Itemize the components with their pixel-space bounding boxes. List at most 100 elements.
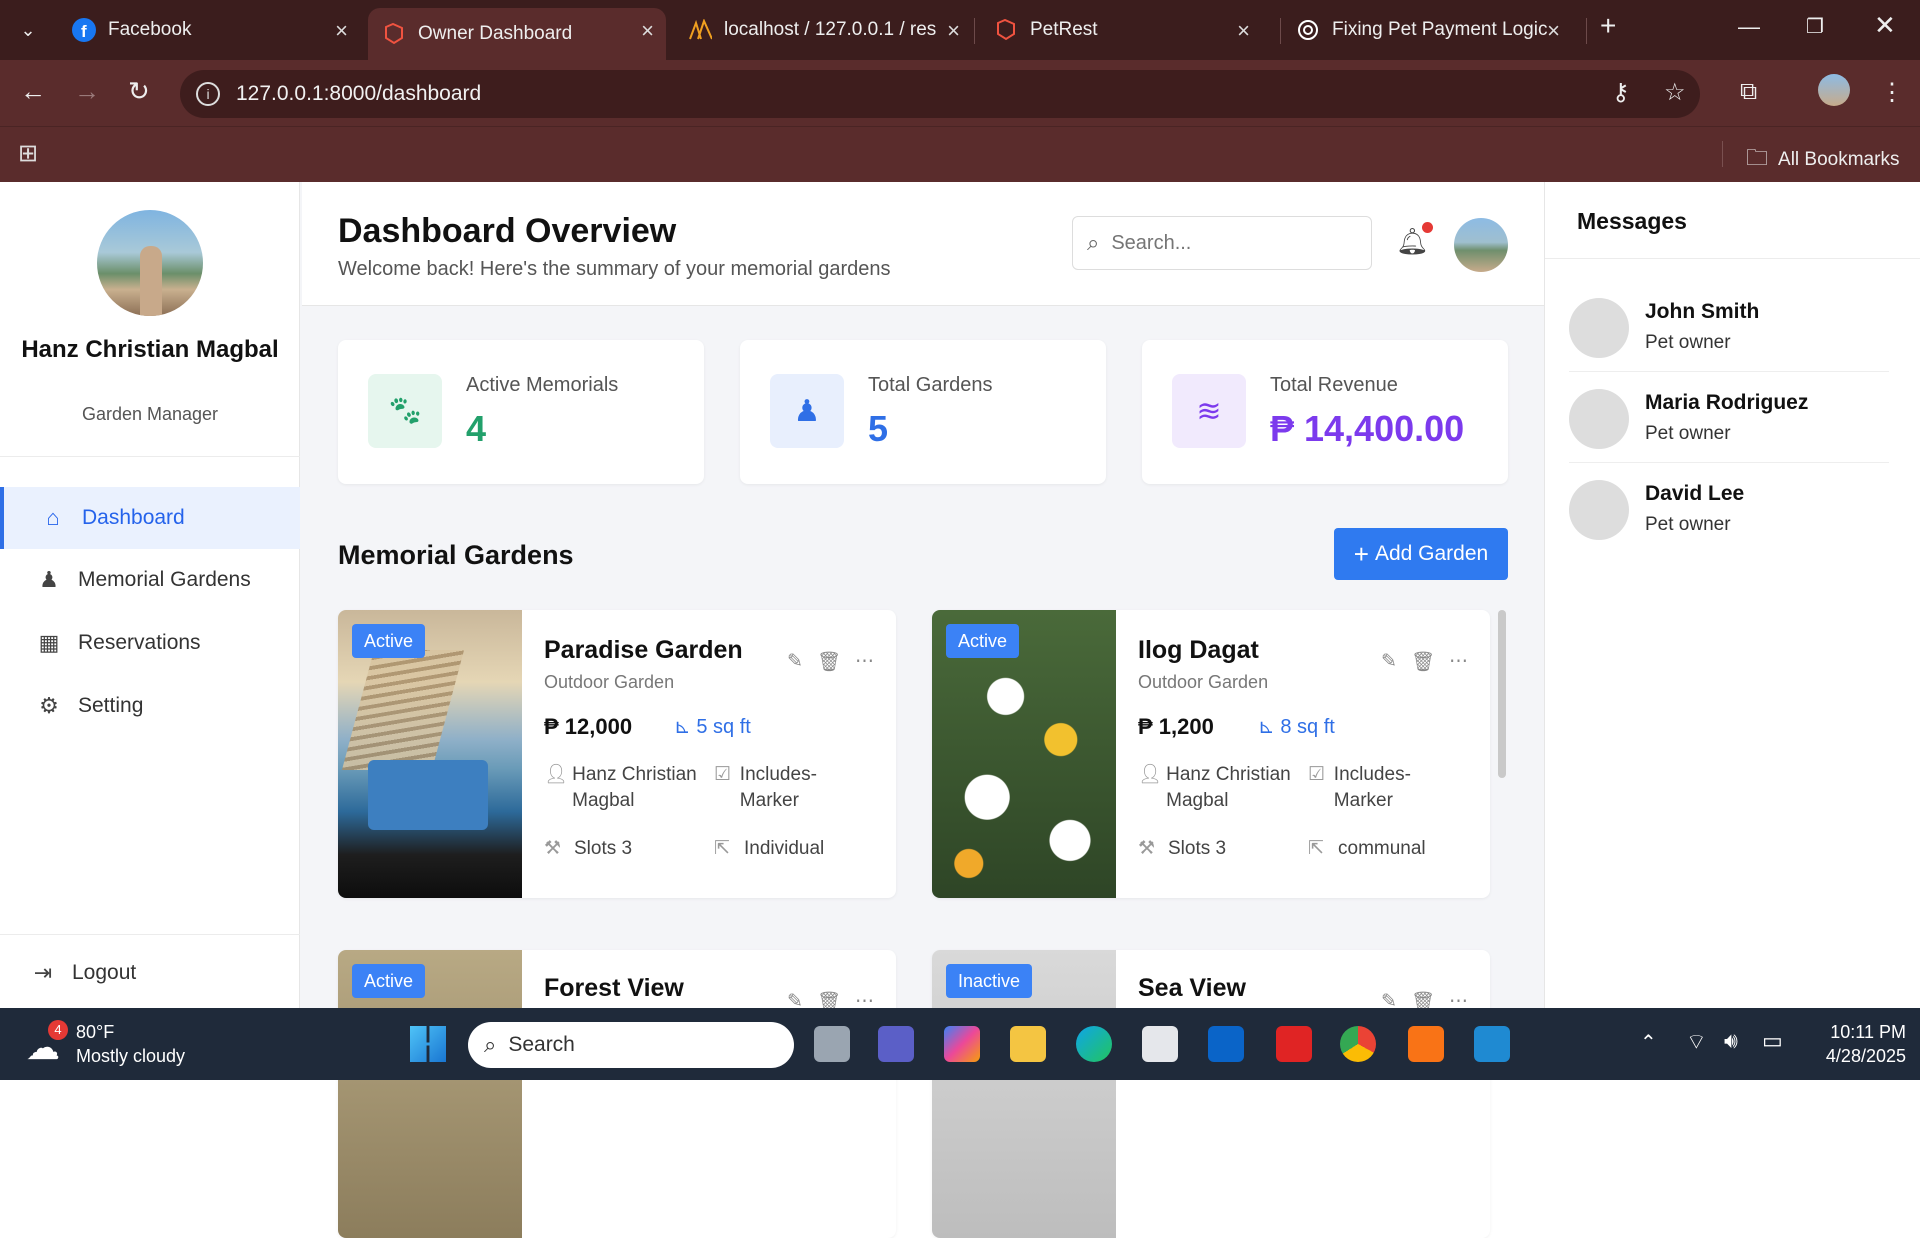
battery-icon[interactable]: ▭ bbox=[1762, 1028, 1783, 1054]
clock[interactable]: 10:11 PM 4/28/2025 bbox=[1806, 1020, 1906, 1068]
wps-icon[interactable] bbox=[1276, 1026, 1312, 1062]
garden-type: Outdoor Garden bbox=[544, 672, 675, 692]
divider bbox=[0, 934, 300, 935]
garden-name: Ilog Dagat bbox=[1138, 636, 1259, 664]
close-icon[interactable]: × bbox=[1547, 18, 1560, 44]
edit-icon[interactable]: ✎ bbox=[1381, 650, 1397, 674]
volume-icon[interactable]: 🔊︎ bbox=[1724, 1028, 1738, 1054]
edge-icon[interactable] bbox=[1076, 1026, 1112, 1062]
search-box[interactable]: ⌕ bbox=[1072, 216, 1372, 270]
outlook-icon[interactable] bbox=[1208, 1026, 1244, 1062]
stat-value: 5 bbox=[868, 408, 889, 449]
password-key-icon[interactable]: ⚷ bbox=[1612, 78, 1630, 107]
hammer-icon: ⚒ bbox=[1138, 838, 1156, 859]
bookmark-star-icon[interactable]: ☆ bbox=[1664, 78, 1686, 107]
restore-icon[interactable]: ❐ bbox=[1806, 14, 1824, 39]
close-icon[interactable]: × bbox=[947, 18, 960, 44]
garden-name: Forest View bbox=[544, 974, 684, 1002]
tab-phpmyadmin[interactable]: localhost / 127.0.0.1 / res × bbox=[674, 8, 972, 52]
file-explorer-icon[interactable] bbox=[1010, 1026, 1046, 1062]
close-icon[interactable]: × bbox=[335, 18, 348, 44]
garden-size: ⊾ 8 sq ft bbox=[1258, 716, 1335, 738]
external-link-icon: ⇱ bbox=[1308, 838, 1324, 859]
store-icon[interactable] bbox=[1142, 1026, 1178, 1062]
forward-icon[interactable]: → bbox=[74, 76, 100, 107]
tab-chatgpt[interactable]: Fixing Pet Payment Logic × bbox=[1282, 8, 1572, 52]
site-info-icon[interactable]: i bbox=[196, 82, 220, 106]
garden-card: Inactive Sea View ✎ 🗑︎ ⋯ bbox=[932, 950, 1490, 1238]
chevron-up-icon[interactable]: ⌃ bbox=[1640, 1030, 1657, 1055]
chrome-icon[interactable] bbox=[1340, 1026, 1376, 1062]
stat-card-total-gardens: ♟ Total Gardens 5 bbox=[740, 340, 1106, 484]
trash-icon[interactable]: 🗑︎ bbox=[817, 650, 841, 674]
windows-start-icon[interactable] bbox=[410, 1026, 446, 1062]
checkbox-icon: ☑ bbox=[714, 764, 732, 785]
status-badge: Active bbox=[352, 964, 426, 998]
tab-facebook[interactable]: f Facebook × bbox=[58, 8, 360, 52]
new-tab-icon[interactable]: + bbox=[1600, 10, 1616, 42]
url-text[interactable]: 127.0.0.1:8000/dashboard bbox=[236, 82, 481, 106]
xampp-icon[interactable] bbox=[1408, 1026, 1444, 1062]
user-icon: 👤︎ bbox=[544, 764, 569, 785]
message-item[interactable]: Maria Rodriguez Pet owner bbox=[1569, 377, 1889, 463]
garden-slots: ⚒ Slots 3 bbox=[1138, 836, 1226, 862]
sidebar-item-reservations[interactable]: ▦ Reservations bbox=[0, 612, 300, 674]
page-subtitle: Welcome back! Here's the summary of your… bbox=[338, 258, 891, 280]
logout-button[interactable]: ⇥ Logout bbox=[0, 942, 294, 1004]
more-icon[interactable]: ⋯ bbox=[855, 650, 874, 674]
minimize-icon[interactable]: — bbox=[1738, 14, 1760, 40]
plus-icon: + bbox=[1353, 538, 1369, 569]
garden-price: ₱ 1,200 bbox=[1138, 714, 1214, 739]
edit-icon[interactable]: ✎ bbox=[787, 650, 803, 674]
user-name: Hanz Christian Magbal bbox=[21, 336, 279, 363]
copilot-icon[interactable] bbox=[944, 1026, 980, 1062]
garden-price: ₱ 12,000 bbox=[544, 714, 633, 739]
tab-petrest[interactable]: PetRest × bbox=[980, 8, 1262, 52]
tab-search-button[interactable]: ⌄ bbox=[0, 8, 56, 52]
notification-bell-icon[interactable]: 🔔︎ bbox=[1396, 222, 1434, 257]
message-item[interactable]: David Lee Pet owner bbox=[1569, 468, 1889, 554]
sidebar-item-setting[interactable]: ⚙ Setting bbox=[0, 675, 300, 737]
ruler-icon: ⊾ bbox=[674, 716, 697, 738]
tab-separator bbox=[1280, 18, 1281, 44]
extensions-icon[interactable]: ⧉ bbox=[1740, 78, 1757, 106]
window-close-icon[interactable]: ✕ bbox=[1874, 10, 1896, 41]
tab-owner-dashboard[interactable]: Owner Dashboard × bbox=[368, 8, 666, 60]
search-input[interactable] bbox=[1111, 231, 1332, 255]
menu-kebab-icon[interactable]: ⋮ bbox=[1880, 78, 1904, 107]
garden-card: Active Forest View ✎ 🗑︎ ⋯ bbox=[338, 950, 896, 1238]
back-icon[interactable]: ← bbox=[20, 76, 46, 107]
section-title: Memorial Gardens bbox=[338, 540, 574, 570]
notification-dot bbox=[1422, 222, 1434, 233]
user-icon: 👤︎ bbox=[1138, 764, 1163, 785]
task-view-icon[interactable] bbox=[814, 1026, 850, 1062]
wifi-icon[interactable]: ⌔ bbox=[1686, 1028, 1707, 1056]
avatar bbox=[1569, 480, 1629, 540]
svg-text:f: f bbox=[81, 22, 87, 41]
close-icon[interactable]: × bbox=[1237, 18, 1250, 44]
status-badge: Active bbox=[946, 624, 1020, 658]
close-icon[interactable]: × bbox=[641, 18, 654, 44]
message-item[interactable]: John Smith Pet owner bbox=[1569, 286, 1889, 372]
all-bookmarks[interactable]: 🗀 All Bookmarks bbox=[1746, 141, 1899, 179]
header-avatar[interactable] bbox=[1454, 218, 1508, 272]
more-icon[interactable]: ⋯ bbox=[1449, 650, 1468, 674]
chevron-down-icon: ⌄ bbox=[20, 19, 36, 40]
teams-icon[interactable] bbox=[878, 1026, 914, 1062]
browser-toolbar: ← → ↻ i 127.0.0.1:8000/dashboard ⚷ ☆ ⧉ ⋮ bbox=[0, 60, 1920, 126]
vscode-icon[interactable] bbox=[1474, 1026, 1510, 1062]
trash-icon[interactable]: 🗑︎ bbox=[1411, 650, 1435, 674]
scrollbar[interactable] bbox=[1498, 610, 1506, 778]
sidebar-item-dashboard[interactable]: ⌂ Dashboard bbox=[0, 487, 300, 549]
add-garden-button[interactable]: + Add Garden bbox=[1334, 528, 1508, 580]
sidebar-item-memorial-gardens[interactable]: ♟ Memorial Gardens bbox=[0, 549, 300, 611]
weather-widget[interactable]: ☁ 4 80°F Mostly cloudy bbox=[24, 1020, 224, 1070]
profile-avatar[interactable] bbox=[1818, 74, 1850, 106]
browser-tab-strip: ⌄ f Facebook × Owner Dashboard × localho… bbox=[0, 0, 1920, 60]
reload-icon[interactable]: ↻ bbox=[128, 76, 150, 107]
garden-slots: ⚒ Slots 3 bbox=[544, 836, 632, 862]
coins-icon: ≋ bbox=[1172, 374, 1246, 448]
taskbar-search[interactable]: ⌕ Search bbox=[468, 1022, 794, 1068]
apps-grid-icon[interactable]: ⊞ bbox=[18, 139, 38, 168]
address-bar[interactable]: i 127.0.0.1:8000/dashboard bbox=[180, 70, 1700, 118]
